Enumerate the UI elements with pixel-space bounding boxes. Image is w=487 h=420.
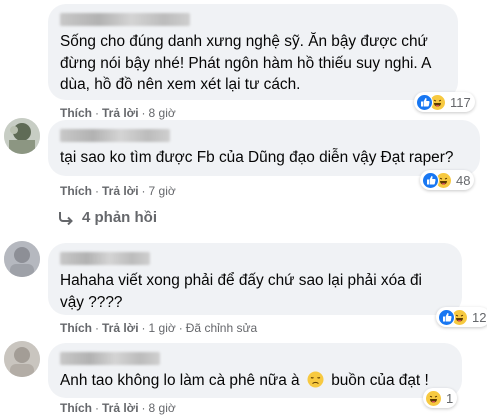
edited-label[interactable]: Đã chỉnh sửa	[186, 321, 257, 335]
reaction-count: 1	[446, 390, 454, 406]
comment-text: Hahaha viết xong phải để đấy chứ sao lại…	[60, 272, 422, 311]
reaction-summary[interactable]: 48	[420, 170, 475, 190]
comment-bubble: Hahaha viết xong phải để đấy chứ sao lại…	[48, 243, 462, 315]
comment-text: Anh tao không lo làm cà phê nữa à buồn c…	[60, 370, 450, 395]
like-link[interactable]: Thích	[60, 321, 92, 335]
view-replies-link[interactable]: 4 phản hồi	[58, 209, 157, 226]
comment-time[interactable]: 8 giờ	[149, 401, 176, 415]
comment-actions: Thích · Trả lời · 7 giờ	[60, 184, 176, 198]
reply-arrow-icon	[59, 211, 73, 225]
avatar[interactable]	[4, 341, 40, 377]
comment-bubble: tại sao ko tìm được Fb của Dũng đạo diễn…	[48, 120, 480, 176]
like-link[interactable]: Thích	[60, 184, 92, 198]
like-link[interactable]: Thích	[60, 106, 92, 120]
avatar[interactable]	[4, 241, 40, 277]
comment-time[interactable]: 1 giờ	[149, 321, 176, 335]
replies-count: 4 phản hồi	[82, 209, 157, 226]
reaction-count: 117	[450, 94, 471, 110]
reply-link[interactable]: Trả lời	[102, 321, 139, 335]
commenter-name-blurred[interactable]	[60, 352, 160, 365]
disappointed-emoji-icon	[307, 371, 324, 395]
commenter-name-blurred[interactable]	[60, 252, 150, 265]
like-reaction-icon	[438, 308, 455, 326]
comment-bubble: Sống cho đúng danh xưng nghệ sỹ. Ăn bậy …	[48, 4, 458, 100]
comment-actions: Thích · Trả lời · 8 giờ	[60, 401, 176, 415]
reaction-summary[interactable]: 117	[414, 92, 475, 112]
reaction-summary[interactable]: 12	[436, 307, 487, 327]
comment-bubble: Anh tao không lo làm cà phê nữa à buồn c…	[48, 343, 462, 398]
comment-time[interactable]: 7 giờ	[149, 184, 176, 198]
avatar[interactable]	[4, 118, 40, 154]
comment-actions: Thích · Trả lời · 1 giờ · Đã chỉnh sửa	[60, 321, 258, 335]
haha-reaction-icon	[425, 389, 442, 407]
commenter-name-blurred[interactable]	[60, 129, 170, 142]
like-link[interactable]: Thích	[60, 401, 92, 415]
reaction-count: 12	[472, 309, 487, 325]
like-reaction-icon	[422, 171, 439, 189]
comment-text: Sống cho đúng danh xưng nghệ sỹ. Ăn bậy …	[60, 33, 431, 93]
reply-link[interactable]: Trả lời	[102, 401, 139, 415]
comment-text: tại sao ko tìm được Fb của Dũng đạo diễn…	[60, 149, 454, 166]
reaction-summary[interactable]: 1	[423, 388, 458, 408]
commenter-name-blurred[interactable]	[60, 13, 190, 26]
comment-text-start: Anh tao không lo làm cà phê nữa à	[60, 372, 300, 389]
comment-time[interactable]: 8 giờ	[149, 106, 176, 120]
like-reaction-icon	[416, 93, 433, 111]
reaction-count: 48	[456, 172, 471, 188]
comment-actions: Thích · Trả lời · 8 giờ	[60, 106, 176, 120]
reply-link[interactable]: Trả lời	[102, 184, 139, 198]
reply-link[interactable]: Trả lời	[102, 106, 139, 120]
comment-text-end: buồn của đạt !	[331, 372, 429, 389]
